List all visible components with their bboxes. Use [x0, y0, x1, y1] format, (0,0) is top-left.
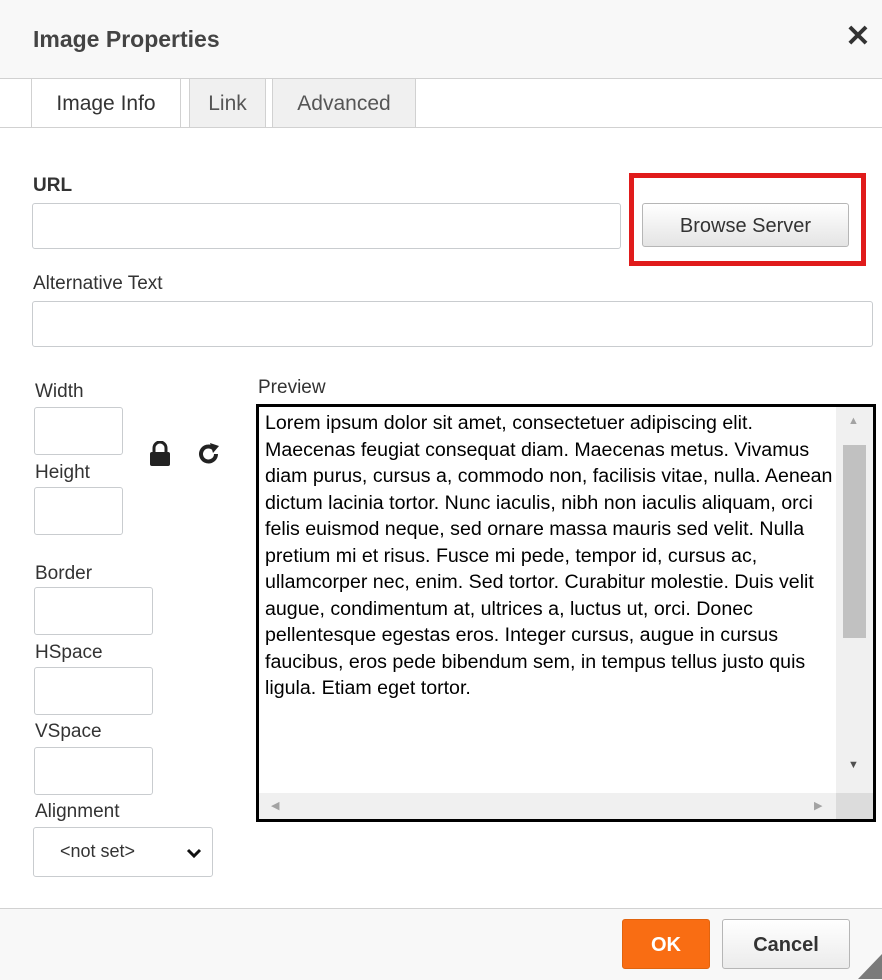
url-label: URL: [33, 175, 73, 196]
lock-icon[interactable]: [148, 441, 172, 467]
hspace-input[interactable]: [34, 667, 153, 715]
alignment-select[interactable]: <not set>: [33, 827, 213, 877]
tab-link[interactable]: Link: [189, 78, 266, 128]
tab-advanced[interactable]: Advanced: [272, 78, 416, 128]
chevron-down-icon: [186, 848, 202, 859]
preview-text: Lorem ipsum dolor sit amet, consectetuer…: [265, 412, 833, 699]
height-label: Height: [35, 462, 90, 483]
vspace-input[interactable]: [34, 747, 153, 795]
alignment-value: <not set>: [60, 841, 136, 861]
horizontal-scrollbar[interactable]: ◀ ▶: [259, 793, 836, 819]
browse-server-button[interactable]: Browse Server: [642, 203, 849, 247]
preview-label: Preview: [258, 377, 326, 398]
border-input[interactable]: [34, 587, 153, 635]
image-properties-dialog: Image Properties ✕ Image Info Link Advan…: [0, 0, 882, 980]
border-label: Border: [35, 563, 93, 584]
tab-divider: [0, 127, 882, 128]
tab-image-info[interactable]: Image Info: [31, 78, 181, 128]
ok-button[interactable]: OK: [622, 919, 710, 969]
resize-handle-icon[interactable]: [856, 950, 882, 979]
width-input[interactable]: [34, 407, 123, 455]
width-label: Width: [35, 381, 84, 402]
scroll-down-arrow-icon[interactable]: ▼: [848, 759, 859, 771]
reset-size-icon[interactable]: [198, 442, 220, 466]
scroll-left-arrow-icon[interactable]: ◀: [271, 799, 279, 812]
alignment-label: Alignment: [35, 801, 120, 822]
vertical-scrollbar[interactable]: ▲ ▼: [836, 407, 873, 795]
scroll-right-arrow-icon[interactable]: ▶: [814, 799, 822, 812]
dialog-title: Image Properties: [33, 26, 220, 52]
scrollbar-corner: [836, 793, 873, 819]
vspace-label: VSpace: [35, 721, 102, 742]
height-input[interactable]: [34, 487, 123, 535]
dialog-titlebar[interactable]: Image Properties ✕: [0, 0, 882, 79]
cancel-button[interactable]: Cancel: [722, 919, 850, 969]
scrollbar-thumb[interactable]: [843, 445, 866, 638]
preview-box[interactable]: Lorem ipsum dolor sit amet, consectetuer…: [256, 404, 876, 822]
url-input[interactable]: [32, 203, 621, 249]
alt-text-input[interactable]: [32, 301, 873, 347]
alt-text-label: Alternative Text: [33, 273, 163, 294]
hspace-label: HSpace: [35, 642, 103, 663]
scroll-up-arrow-icon[interactable]: ▲: [848, 415, 859, 427]
close-icon[interactable]: ✕: [838, 14, 878, 60]
